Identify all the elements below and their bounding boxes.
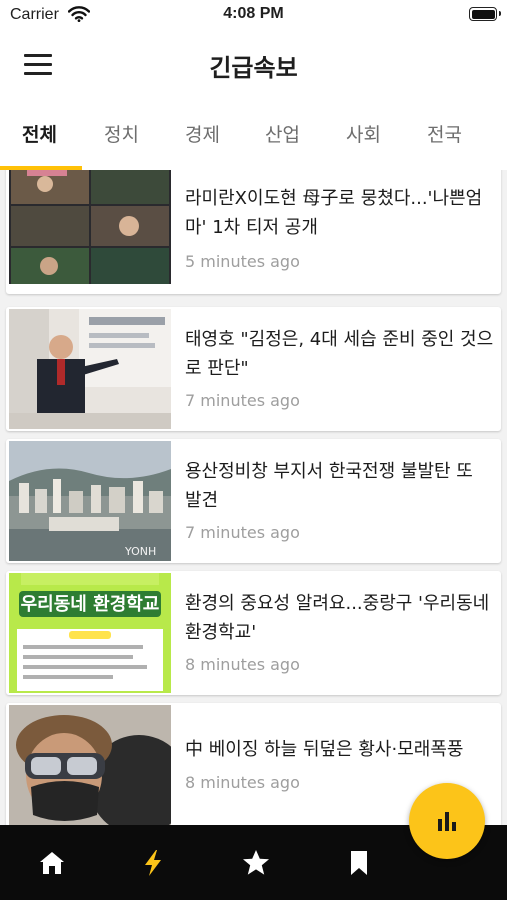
goggles-mask-thumbnail <box>9 705 171 825</box>
article-time: 8 minutes ago <box>185 655 300 674</box>
home-icon <box>40 852 64 874</box>
category-tabs: 전체 정치 경제 산업 사회 전국 <box>0 102 507 170</box>
article-title: 용산정비창 부지서 한국전쟁 불발탄 또 발견 <box>185 461 473 511</box>
article-time: 7 minutes ago <box>185 391 300 410</box>
article-card[interactable]: 우리동네 환경학교 환경의 중요성 알려요...중랑구 '우리동네 환경학교' … <box>6 571 501 695</box>
nav-home[interactable] <box>36 847 68 879</box>
tab-all[interactable]: 전체 <box>22 120 57 147</box>
article-title: 라미란X이도현 母子로 뭉쳤다...'나쁜엄마' 1차 티저 공개 <box>185 188 483 238</box>
page-title: 긴급속보 <box>209 54 298 82</box>
article-title: 환경의 중요성 알려요...중랑구 '우리동네 환경학교' <box>185 593 490 643</box>
thumbnail-watermark: YONH <box>124 545 156 558</box>
nav-breaking-news[interactable] <box>137 847 169 879</box>
environment-poster-thumbnail: 우리동네 환경학교 <box>9 573 171 693</box>
nav-bookmarks[interactable] <box>343 847 375 879</box>
tab-industry[interactable]: 산업 <box>265 120 300 147</box>
lightning-icon <box>145 850 161 876</box>
article-card[interactable]: 라미란X이도현 母子로 뭉쳤다...'나쁜엄마' 1차 티저 공개 5 minu… <box>6 170 501 294</box>
tab-economy[interactable]: 경제 <box>185 120 220 147</box>
article-time: 7 minutes ago <box>185 523 300 542</box>
article-list: 라미란X이도현 母子로 뭉쳤다...'나쁜엄마' 1차 티저 공개 5 minu… <box>0 170 507 825</box>
status-time: 4:08 PM <box>223 5 284 22</box>
poster-text: 우리동네 환경학교 <box>21 593 160 615</box>
article-time: 8 minutes ago <box>185 773 300 792</box>
article-title: 中 베이징 하늘 뒤덮은 황사·모래폭풍 <box>185 739 464 760</box>
article-time: 5 minutes ago <box>185 252 300 271</box>
speaker-thumbnail <box>9 309 171 429</box>
stats-fab-button[interactable] <box>409 783 485 859</box>
star-icon <box>243 850 269 875</box>
bookmark-icon <box>351 851 367 875</box>
article-card[interactable]: YONH 용산정비창 부지서 한국전쟁 불발탄 또 발견 7 minutes a… <box>6 439 501 563</box>
nav-favorites[interactable] <box>240 847 272 879</box>
city-skyline-thumbnail: YONH <box>9 441 171 561</box>
drama-stills-thumbnail <box>9 170 171 284</box>
status-bar: Carrier 4:08 PM <box>0 0 507 30</box>
app-bar: 긴급속보 <box>0 30 507 102</box>
article-title: 태영호 "김정은, 4대 세습 준비 중인 것으로 판단" <box>185 329 494 379</box>
tab-society[interactable]: 사회 <box>346 120 381 147</box>
article-card[interactable]: 태영호 "김정은, 4대 세습 준비 중인 것으로 판단" 7 minutes … <box>6 307 501 431</box>
tab-nationwide[interactable]: 전국 <box>427 120 462 147</box>
tab-politics[interactable]: 정치 <box>104 120 139 147</box>
bar-chart-icon <box>438 812 456 831</box>
battery-icon <box>469 7 501 21</box>
